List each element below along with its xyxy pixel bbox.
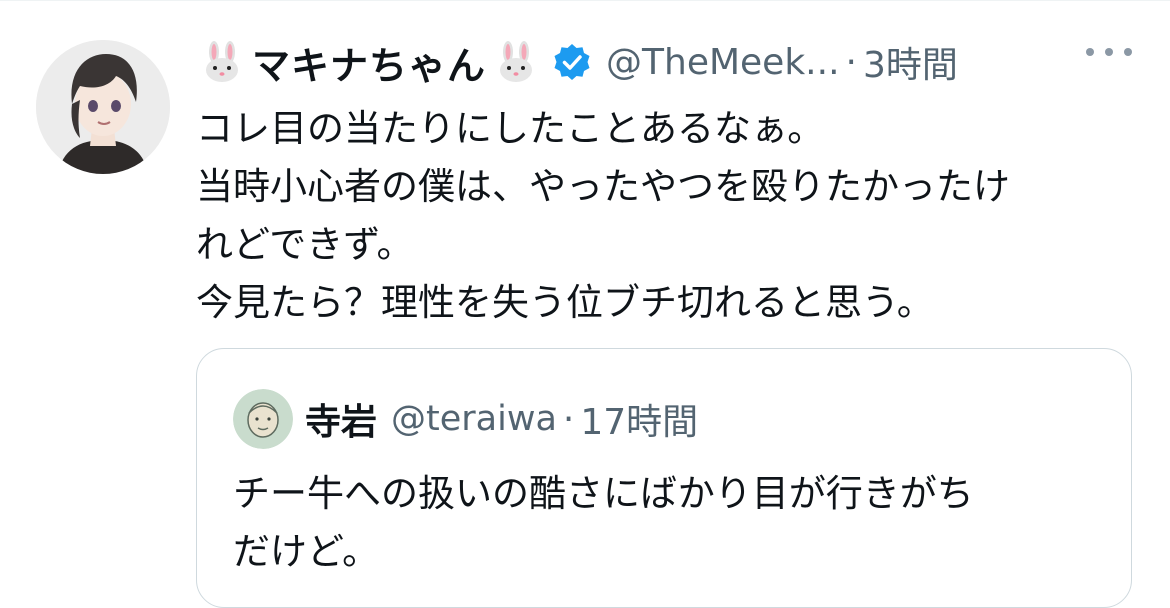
avatar[interactable]	[36, 40, 170, 174]
tweet-line: 今見たら？理性を失う位ブチ切れると思う。	[196, 281, 934, 324]
quoted-text: チー牛への扱いの酷さにばかり目が行きがち だけど。	[233, 465, 1113, 581]
tweet-line: 当時小心者の僕は、やったやつを殴りたかったけ	[196, 165, 1010, 208]
quoted-user-handle[interactable]: @teraiwa	[391, 399, 557, 439]
quoted-header: 寺岩 @teraiwa · 17時間	[305, 391, 698, 447]
tweet-text: コレ目の当たりにしたことあるなぁ。 当時小心者の僕は、やったやつを殴りたかったけ…	[196, 100, 1146, 332]
rabbit-face-icon	[494, 40, 538, 84]
quoted-timestamp[interactable]: 17時間	[580, 393, 698, 445]
dot-icon	[1124, 48, 1132, 56]
separator-dot: ·	[562, 398, 575, 440]
separator-dot: ·	[845, 41, 857, 83]
verified-badge-icon[interactable]	[552, 42, 592, 82]
tweet-line: コレ目の当たりにしたことあるなぁ。	[196, 107, 825, 150]
avatar-image	[36, 40, 170, 174]
quoted-tweet-card[interactable]: 寺岩 @teraiwa · 17時間 チー牛への扱いの酷さにばかり目が行きがち …	[196, 348, 1132, 608]
tweet-line: れどできず。	[196, 223, 414, 266]
user-handle[interactable]: @TheMeek...	[606, 42, 840, 83]
quoted-avatar-image	[233, 389, 293, 449]
display-name[interactable]: マキナちゃん	[252, 35, 486, 90]
dot-icon	[1105, 48, 1113, 56]
quoted-display-name[interactable]: 寺岩	[305, 393, 377, 445]
quoted-line: だけど。	[233, 530, 380, 573]
top-divider	[0, 0, 1170, 1]
quoted-line: チー牛への扱いの酷さにばかり目が行きがち	[233, 472, 974, 515]
more-options-icon[interactable]	[1086, 42, 1132, 62]
rabbit-face-icon	[200, 40, 244, 84]
tweet-header: マキナちゃん @TheMeek... · 3時間	[200, 30, 1140, 94]
dot-icon	[1086, 48, 1094, 56]
quoted-avatar[interactable]	[233, 389, 293, 449]
timestamp[interactable]: 3時間	[863, 36, 958, 88]
